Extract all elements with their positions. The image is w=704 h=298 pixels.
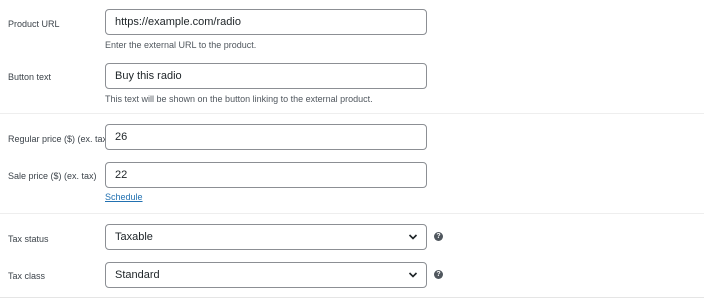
tax-class-label: Tax class	[8, 271, 46, 281]
section-divider	[0, 113, 704, 114]
sale-price-label: Sale price ($) (ex. tax)	[8, 171, 97, 181]
regular-price-input[interactable]	[105, 124, 427, 150]
sale-price-input[interactable]	[105, 162, 427, 188]
tax-class-selected: Standard	[115, 269, 160, 281]
button-text-help: This text will be shown on the button li…	[105, 94, 373, 104]
product-url-input[interactable]	[105, 9, 427, 35]
section-divider	[0, 213, 704, 214]
chevron-down-icon	[408, 272, 418, 278]
button-text-label: Button text	[8, 72, 52, 82]
tax-status-select[interactable]: Taxable	[105, 224, 427, 250]
tax-status-label: Tax status	[8, 234, 49, 244]
regular-price-label: Regular price ($) (ex. tax)	[8, 134, 111, 144]
product-url-help: Enter the external URL to the product.	[105, 40, 257, 50]
tax-class-select[interactable]: Standard	[105, 262, 427, 288]
button-text-input[interactable]	[105, 63, 427, 89]
general-product-data-panel: Product URL Enter the external URL to th…	[0, 0, 704, 298]
question-icon[interactable]: ?	[434, 232, 443, 241]
tax-status-selected: Taxable	[115, 231, 153, 243]
chevron-down-icon	[408, 234, 418, 240]
product-url-label: Product URL	[8, 19, 60, 29]
question-icon[interactable]: ?	[434, 270, 443, 279]
schedule-link[interactable]: Schedule	[105, 192, 143, 202]
